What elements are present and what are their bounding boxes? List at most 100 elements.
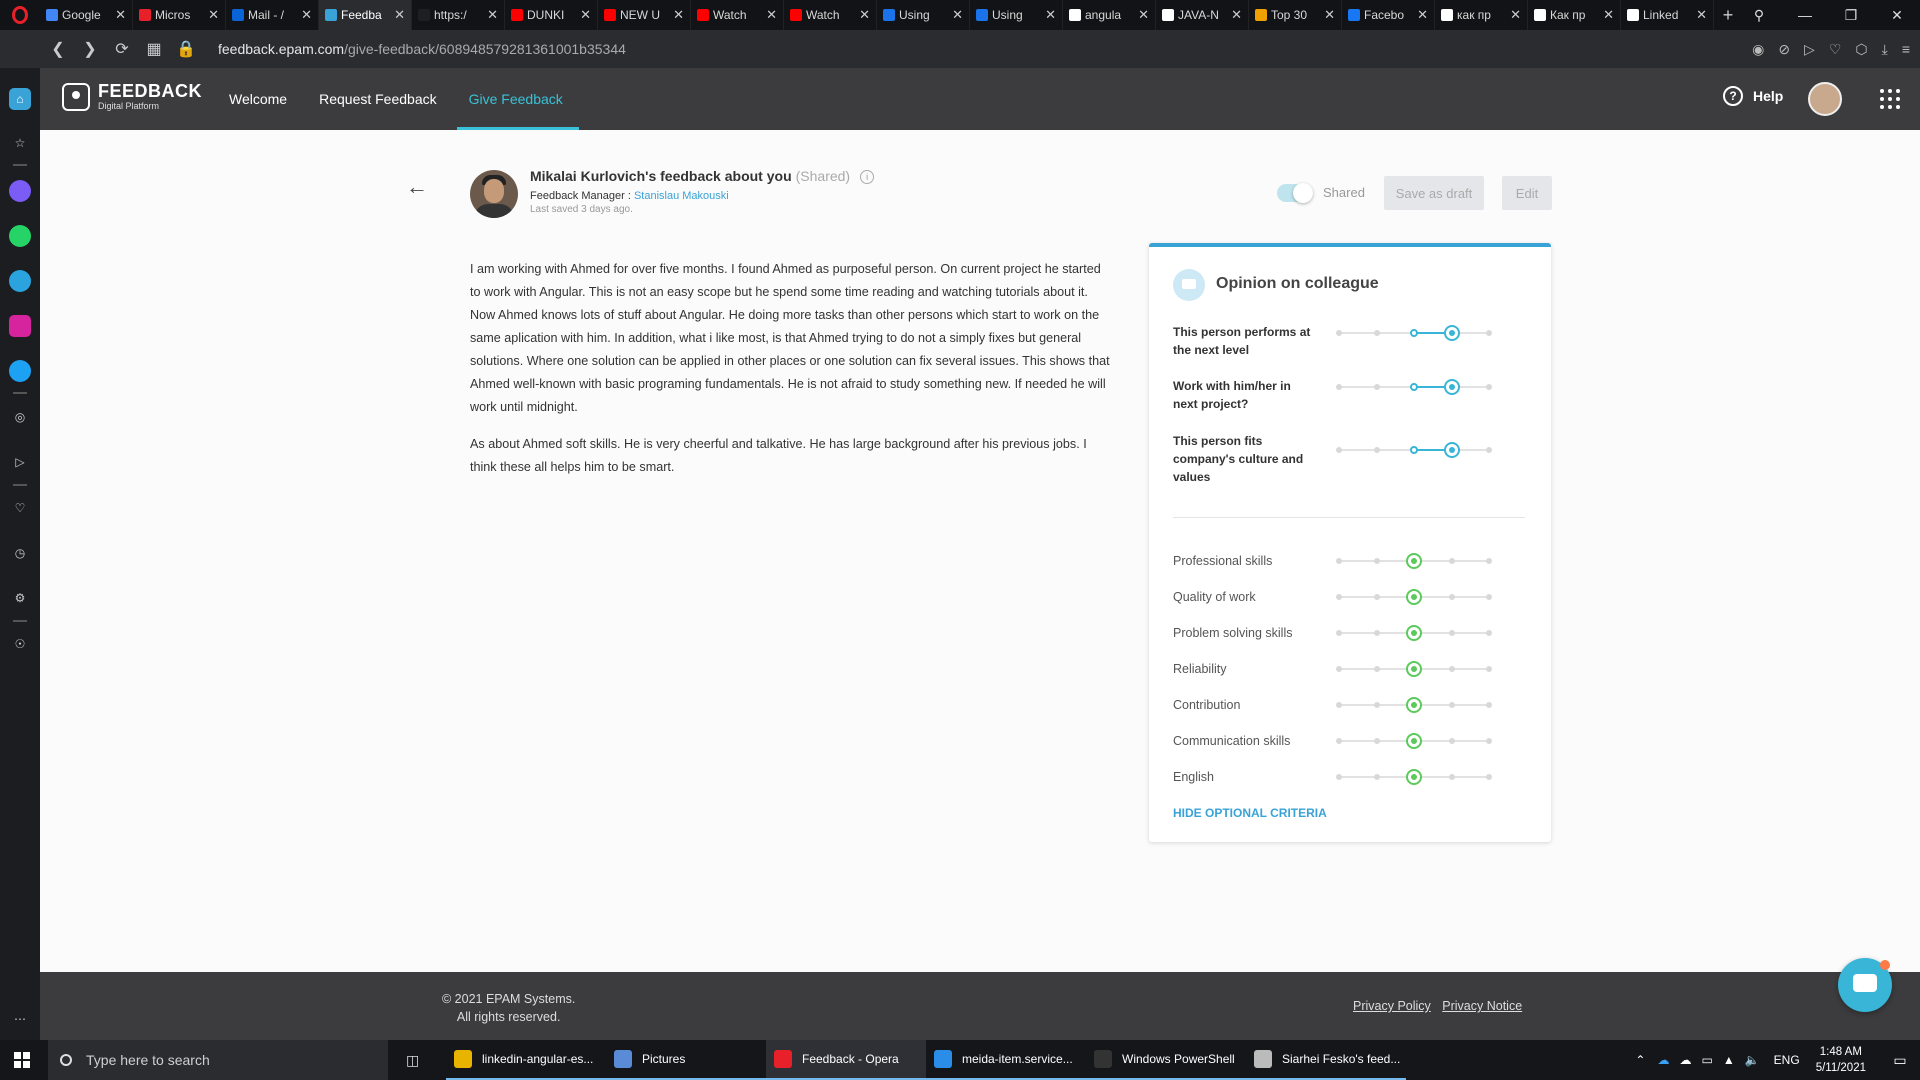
opera-menu-icon[interactable] (0, 0, 40, 30)
player-icon[interactable]: ◎ (9, 406, 31, 428)
slider-handle[interactable] (1443, 442, 1460, 458)
slider-step[interactable] (1336, 702, 1342, 708)
browser-tab[interactable]: Using ✕ (970, 0, 1063, 30)
slider-step[interactable] (1373, 330, 1380, 336)
slider-step[interactable] (1448, 702, 1455, 708)
rating-slider[interactable] (1336, 661, 1492, 677)
nav-request-feedback[interactable]: Request Feedback (319, 68, 437, 130)
taskbar-app[interactable]: Pictures (606, 1040, 766, 1080)
notifications-icon[interactable]: ▭ (1880, 1040, 1920, 1080)
slider-step[interactable] (1448, 558, 1455, 564)
slider-step[interactable] (1336, 384, 1342, 390)
close-tab-icon[interactable]: ✕ (487, 7, 498, 23)
task-view-icon[interactable]: ◫ (406, 1052, 419, 1069)
minimize-button[interactable]: — (1782, 7, 1828, 23)
history-icon[interactable]: ◷ (9, 542, 31, 564)
rating-slider[interactable] (1336, 733, 1492, 749)
privacy-policy-link[interactable]: Privacy Policy (1353, 999, 1431, 1013)
edit-button[interactable]: Edit (1502, 176, 1552, 210)
url-field[interactable]: feedback.epam.com/give-feedback/60894857… (218, 41, 626, 57)
close-tab-icon[interactable]: ✕ (1324, 7, 1335, 23)
close-tab-icon[interactable]: ✕ (1696, 7, 1707, 23)
language-indicator[interactable]: ENG (1774, 1053, 1800, 1067)
rating-slider[interactable] (1336, 697, 1492, 713)
slider-step[interactable] (1373, 702, 1380, 708)
close-tab-icon[interactable]: ✕ (1603, 7, 1614, 23)
settings-icon[interactable]: ⚙ (9, 587, 31, 609)
save-draft-button[interactable]: Save as draft (1384, 176, 1484, 210)
slider-step[interactable] (1373, 384, 1380, 390)
slider-step[interactable] (1486, 702, 1492, 708)
close-tab-icon[interactable]: ✕ (952, 7, 963, 23)
slider-step[interactable] (1336, 447, 1342, 453)
onedrive-icon[interactable]: ☁ (1657, 1053, 1669, 1067)
browser-tab[interactable]: NEW U ✕ (598, 0, 691, 30)
browser-tab[interactable]: Using ✕ (877, 0, 970, 30)
slider-step[interactable] (1448, 630, 1455, 636)
cloud-icon[interactable]: ☁ (1679, 1053, 1691, 1067)
adblock-icon[interactable]: ⊘ (1778, 41, 1790, 58)
slider-step[interactable] (1373, 774, 1380, 780)
back-arrow-icon[interactable]: ← (406, 174, 428, 200)
close-tab-icon[interactable]: ✕ (1417, 7, 1428, 23)
volume-icon[interactable]: 🔈 (1745, 1053, 1760, 1067)
browser-tab[interactable]: Facebo ✕ (1342, 0, 1435, 30)
slider-step[interactable] (1486, 558, 1492, 564)
slider-step[interactable] (1336, 774, 1342, 780)
browser-tab[interactable]: Watch ✕ (691, 0, 784, 30)
slider-step[interactable] (1336, 558, 1342, 564)
slider-handle[interactable] (1406, 697, 1422, 713)
slider-handle[interactable] (1406, 769, 1422, 785)
tips-bulb-icon[interactable]: ☉ (9, 633, 31, 655)
twitter-icon[interactable] (9, 360, 31, 382)
taskbar-app[interactable]: linkedin-angular-es... (446, 1040, 606, 1080)
info-icon[interactable]: i (860, 170, 875, 184)
reload-icon[interactable]: ⟳ (106, 39, 138, 59)
close-tab-icon[interactable]: ✕ (115, 7, 126, 23)
more-icon[interactable]: ⋯ (9, 1008, 31, 1030)
taskbar-app[interactable]: meida-item.service... (926, 1040, 1086, 1080)
slider-step[interactable] (1486, 666, 1492, 672)
slider-step[interactable] (1336, 630, 1342, 636)
slider-step[interactable] (1486, 447, 1492, 453)
nav-welcome[interactable]: Welcome (229, 68, 287, 130)
app-logo[interactable]: FEEDBACK Digital Platform (62, 82, 202, 112)
slider-step[interactable] (1486, 630, 1492, 636)
close-tab-icon[interactable]: ✕ (301, 7, 312, 23)
close-tab-icon[interactable]: ✕ (580, 7, 591, 23)
slider-handle[interactable] (1406, 661, 1422, 677)
send-icon[interactable]: ▷ (1804, 41, 1815, 58)
browser-tab[interactable]: Micros ✕ (133, 0, 226, 30)
flow-icon[interactable]: ▷ (9, 451, 31, 473)
back-nav-icon[interactable]: ❮ (42, 39, 74, 59)
nav-give-feedback[interactable]: Give Feedback (456, 68, 579, 130)
close-tab-icon[interactable]: ✕ (208, 7, 219, 23)
star-icon[interactable]: ☆ (9, 132, 31, 154)
slider-handle[interactable] (1406, 733, 1422, 749)
messenger-icon[interactable] (9, 180, 31, 202)
taskbar-app[interactable]: Siarhei Fesko's feed... (1246, 1040, 1406, 1080)
close-tab-icon[interactable]: ✕ (673, 7, 684, 23)
slider-step[interactable] (1336, 330, 1342, 336)
battery-icon[interactable]: ▭ (1701, 1053, 1712, 1067)
browser-tab[interactable]: Watch ✕ (784, 0, 877, 30)
slider-step[interactable] (1373, 594, 1380, 600)
user-avatar[interactable] (1808, 82, 1842, 116)
slider-step[interactable] (1486, 738, 1492, 744)
manager-link[interactable]: Stanislau Makouski (634, 190, 729, 202)
rating-slider[interactable] (1336, 553, 1492, 569)
rating-slider[interactable] (1336, 442, 1492, 458)
shared-toggle[interactable] (1277, 183, 1313, 203)
slider-step[interactable] (1486, 594, 1492, 600)
help-button[interactable]: ? Help (1723, 86, 1783, 106)
close-tab-icon[interactable]: ✕ (1510, 7, 1521, 23)
cube-icon[interactable]: ⬡ (1855, 41, 1867, 58)
slider-step[interactable] (1373, 630, 1380, 636)
browser-tab[interactable]: DUNKI ✕ (505, 0, 598, 30)
slider-handle[interactable] (1443, 379, 1460, 395)
restore-button[interactable]: ❐ (1828, 7, 1874, 24)
rating-slider[interactable] (1336, 379, 1492, 395)
close-tab-icon[interactable]: ✕ (1138, 7, 1149, 23)
forward-nav-icon[interactable]: ❯ (74, 39, 106, 59)
browser-tab[interactable]: Google ✕ (40, 0, 133, 30)
